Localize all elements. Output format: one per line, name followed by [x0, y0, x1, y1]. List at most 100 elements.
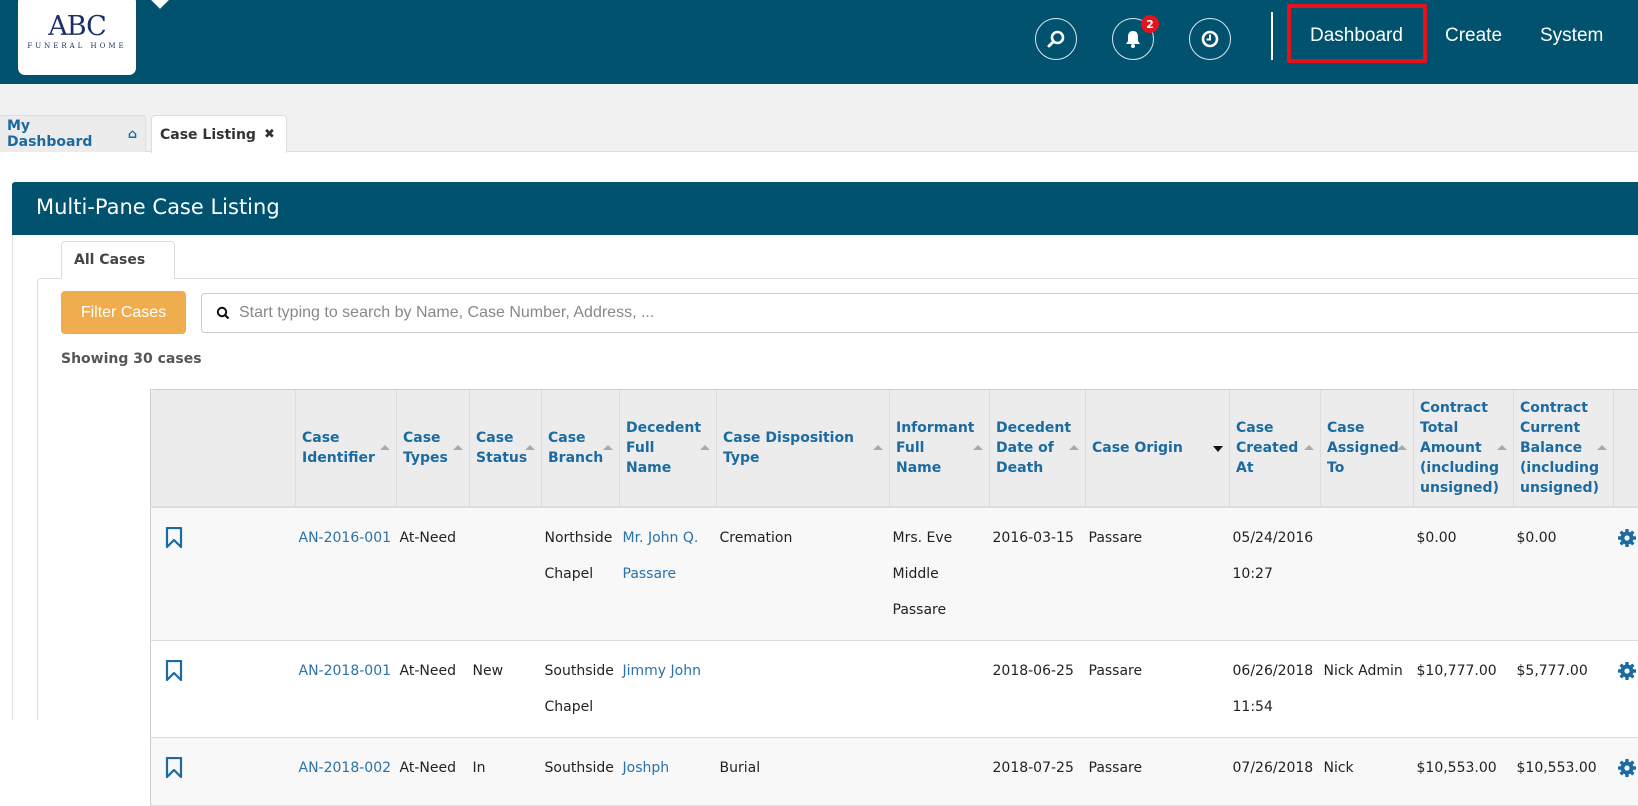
- contract-balance-cell: $10,553.00: [1514, 737, 1614, 805]
- case-types-cell: At-Need: [397, 737, 470, 805]
- sort-icon: [380, 445, 390, 450]
- search-button[interactable]: [1035, 18, 1077, 60]
- decedent-name-link[interactable]: Jimmy John: [623, 663, 701, 679]
- column-header-case-origin[interactable]: Case Origin: [1086, 390, 1230, 507]
- bookmark-icon[interactable]: [165, 757, 183, 779]
- date-of-death-cell: 2018-07-25: [990, 737, 1086, 805]
- date-of-death-cell: 2016-03-15: [990, 507, 1086, 641]
- table-row[interactable]: AN-2018-002 At-Need In Southside Joshph …: [151, 737, 1638, 805]
- case-search-box[interactable]: [201, 293, 1638, 333]
- sort-icon: [1397, 445, 1407, 450]
- search-icon: [1046, 29, 1066, 49]
- table-row[interactable]: AN-2018-001 At-Need New Southside Chapel…: [151, 640, 1638, 737]
- assigned-to-cell: Nick: [1321, 737, 1414, 805]
- column-header-case-identifier[interactable]: Case Identifier: [296, 390, 397, 507]
- sort-desc-icon: [1213, 446, 1223, 452]
- top-navbar: ABC FUNERAL HOME 2 Dashboard Create Syst…: [0, 0, 1638, 84]
- tab-case-listing[interactable]: Case Listing ✖: [151, 115, 287, 153]
- bell-icon: [1123, 29, 1143, 49]
- column-header-case-status[interactable]: Case Status: [470, 390, 542, 507]
- menu-caret-icon: [150, 0, 170, 9]
- informant-cell: Mrs. Eve Middle Passare: [890, 507, 990, 641]
- tab-all-cases[interactable]: All Cases: [61, 241, 175, 279]
- close-icon[interactable]: ✖: [264, 127, 275, 142]
- contract-total-cell: $10,777.00: [1414, 640, 1514, 737]
- sort-icon: [700, 445, 710, 450]
- recent-activity-button[interactable]: [1189, 18, 1231, 60]
- nav-divider: [1271, 12, 1273, 60]
- logo-subtitle: FUNERAL HOME: [18, 41, 136, 51]
- disposition-cell: Burial: [717, 737, 890, 805]
- bookmark-cell: [151, 507, 296, 641]
- case-identifier-link[interactable]: AN-2018-001: [299, 663, 392, 679]
- nav-link-create[interactable]: Create: [1445, 22, 1502, 50]
- notifications-button[interactable]: 2: [1112, 18, 1154, 60]
- column-header-actions: [151, 390, 296, 507]
- case-status-cell: New: [470, 640, 542, 737]
- column-header-case-created-at[interactable]: Case Created At: [1230, 390, 1321, 507]
- decedent-name-link[interactable]: Mr. John Q. Passare: [623, 530, 699, 582]
- tab-my-dashboard[interactable]: My Dashboard ⌂: [0, 115, 146, 152]
- gear-icon[interactable]: [1617, 758, 1637, 778]
- company-logo[interactable]: ABC FUNERAL HOME: [17, 0, 137, 76]
- case-search-input[interactable]: [239, 304, 1619, 322]
- informant-cell: [890, 737, 990, 805]
- column-header-decedent-full-name[interactable]: Decedent Full Name: [620, 390, 717, 507]
- created-at-cell: 05/24/2016 10:27: [1230, 507, 1321, 641]
- table-row[interactable]: AN-2016-001 At-Need Northside Chapel Mr.…: [151, 507, 1638, 641]
- disposition-cell: Cremation: [717, 507, 890, 641]
- informant-cell: [890, 640, 990, 737]
- decedent-name-link[interactable]: Joshph: [623, 760, 670, 776]
- bookmark-icon[interactable]: [165, 660, 183, 682]
- settings-cell: [1614, 507, 1638, 641]
- column-header-informant-full-name[interactable]: Informant Full Name: [890, 390, 990, 507]
- disposition-cell: [717, 640, 890, 737]
- logo-title: ABC: [18, 13, 136, 41]
- created-at-cell: 07/26/2018: [1230, 737, 1321, 805]
- column-header-contract-current-balance[interactable]: Contract Current Balance (including unsi…: [1514, 390, 1614, 507]
- case-identifier-link[interactable]: AN-2016-001: [299, 530, 392, 546]
- column-header-case-disposition-type[interactable]: Case Disposition Type: [717, 390, 890, 507]
- sort-icon: [1497, 445, 1507, 450]
- sort-icon: [603, 445, 613, 450]
- gear-icon[interactable]: [1617, 661, 1637, 681]
- date-of-death-cell: 2018-06-25: [990, 640, 1086, 737]
- filter-cases-button[interactable]: Filter Cases: [61, 291, 186, 334]
- case-branch-cell: Southside: [542, 737, 620, 805]
- bookmark-cell: [151, 640, 296, 737]
- tab-strip: My Dashboard ⌂ Case Listing ✖: [0, 84, 1638, 152]
- panel-header: Multi-Pane Case Listing: [12, 182, 1638, 235]
- bookmark-cell: [151, 737, 296, 805]
- bookmark-icon[interactable]: [165, 527, 183, 549]
- case-types-cell: At-Need: [397, 640, 470, 737]
- sort-icon: [1304, 445, 1314, 450]
- sort-icon: [453, 445, 463, 450]
- column-header-case-assigned-to[interactable]: Case Assigned To: [1321, 390, 1414, 507]
- case-types-cell: At-Need: [397, 507, 470, 641]
- nav-link-system[interactable]: System: [1540, 22, 1603, 50]
- case-status-cell: In: [470, 737, 542, 805]
- notification-badge: 2: [1141, 15, 1159, 33]
- contract-balance-cell: $0.00: [1514, 507, 1614, 641]
- case-table: Case Identifier Case Types Case Status C…: [150, 389, 1638, 806]
- case-branch-cell: Northside Chapel: [542, 507, 620, 641]
- home-icon: ⌂: [128, 127, 137, 142]
- gear-icon[interactable]: [1617, 528, 1637, 548]
- column-header-case-branch[interactable]: Case Branch: [542, 390, 620, 507]
- nav-link-dashboard[interactable]: Dashboard: [1310, 22, 1403, 50]
- contract-total-cell: $10,553.00: [1414, 737, 1514, 805]
- assigned-to-cell: Nick Admin: [1321, 640, 1414, 737]
- column-header-decedent-date-of-death[interactable]: Decedent Date of Death: [990, 390, 1086, 507]
- case-identifier-link[interactable]: AN-2018-002: [299, 760, 392, 776]
- sort-icon: [1069, 445, 1079, 450]
- contract-total-cell: $0.00: [1414, 507, 1514, 641]
- sort-icon: [873, 445, 883, 450]
- sort-icon: [525, 445, 535, 450]
- case-status-cell: [470, 507, 542, 641]
- column-header-case-types[interactable]: Case Types: [397, 390, 470, 507]
- search-icon: [216, 306, 230, 320]
- column-header-contract-total-amount[interactable]: Contract Total Amount (including unsigne…: [1414, 390, 1514, 507]
- case-branch-cell: Southside Chapel: [542, 640, 620, 737]
- clock-icon: [1200, 29, 1220, 49]
- sort-icon: [1597, 445, 1607, 450]
